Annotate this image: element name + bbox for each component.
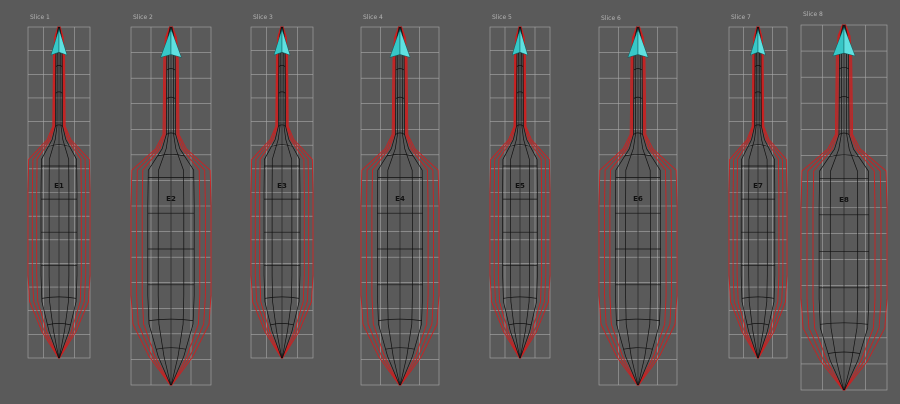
slice-title: Slice 7 — [731, 14, 751, 21]
slice-wireframe[interactable] — [360, 26, 440, 386]
slice-label: E3 — [277, 181, 287, 190]
tip-cone-icon — [273, 28, 291, 56]
modeling-viewport[interactable]: Slice 1 E1 Slice 2 E2 Slice 3 E3 Slice 4 E4 Slic… — [0, 0, 900, 404]
slice-wireframe[interactable] — [728, 26, 788, 359]
slice-title: Slice 4 — [363, 14, 383, 21]
slice-wireframe[interactable] — [598, 26, 678, 386]
slice-title: Slice 1 — [30, 14, 50, 21]
slice-wireframe[interactable] — [800, 24, 888, 391]
tip-cone-icon — [511, 28, 529, 56]
slice-label: E1 — [54, 181, 64, 190]
slice-title: Slice 5 — [492, 14, 512, 21]
slice-panels: Slice 1 E1 Slice 2 E2 Slice 3 E3 Slice 4 E4 Slic… — [0, 0, 900, 404]
slice-label: E8 — [839, 196, 849, 205]
tip-cone-icon — [389, 28, 411, 58]
tip-cone-icon — [750, 28, 766, 56]
slice-wireframe[interactable] — [250, 26, 314, 359]
slice-label: E7 — [753, 181, 763, 190]
slice-wireframe[interactable] — [489, 26, 551, 359]
slice-label: E2 — [166, 194, 176, 203]
slice-title: Slice 3 — [253, 14, 273, 21]
tip-cone-icon — [50, 28, 68, 56]
tip-cone-icon — [160, 28, 182, 58]
slice-wireframe[interactable] — [27, 26, 91, 359]
slice-label: E5 — [515, 181, 525, 190]
slice-title: Slice 6 — [601, 15, 621, 22]
slice-label: E4 — [395, 194, 405, 203]
slice-title: Slice 8 — [803, 11, 823, 18]
slice-title: Slice 2 — [133, 14, 153, 21]
slice-wireframe[interactable] — [130, 26, 212, 386]
slice-label: E6 — [633, 194, 643, 203]
tip-cone-icon — [832, 26, 856, 57]
tip-cone-icon — [627, 28, 649, 58]
